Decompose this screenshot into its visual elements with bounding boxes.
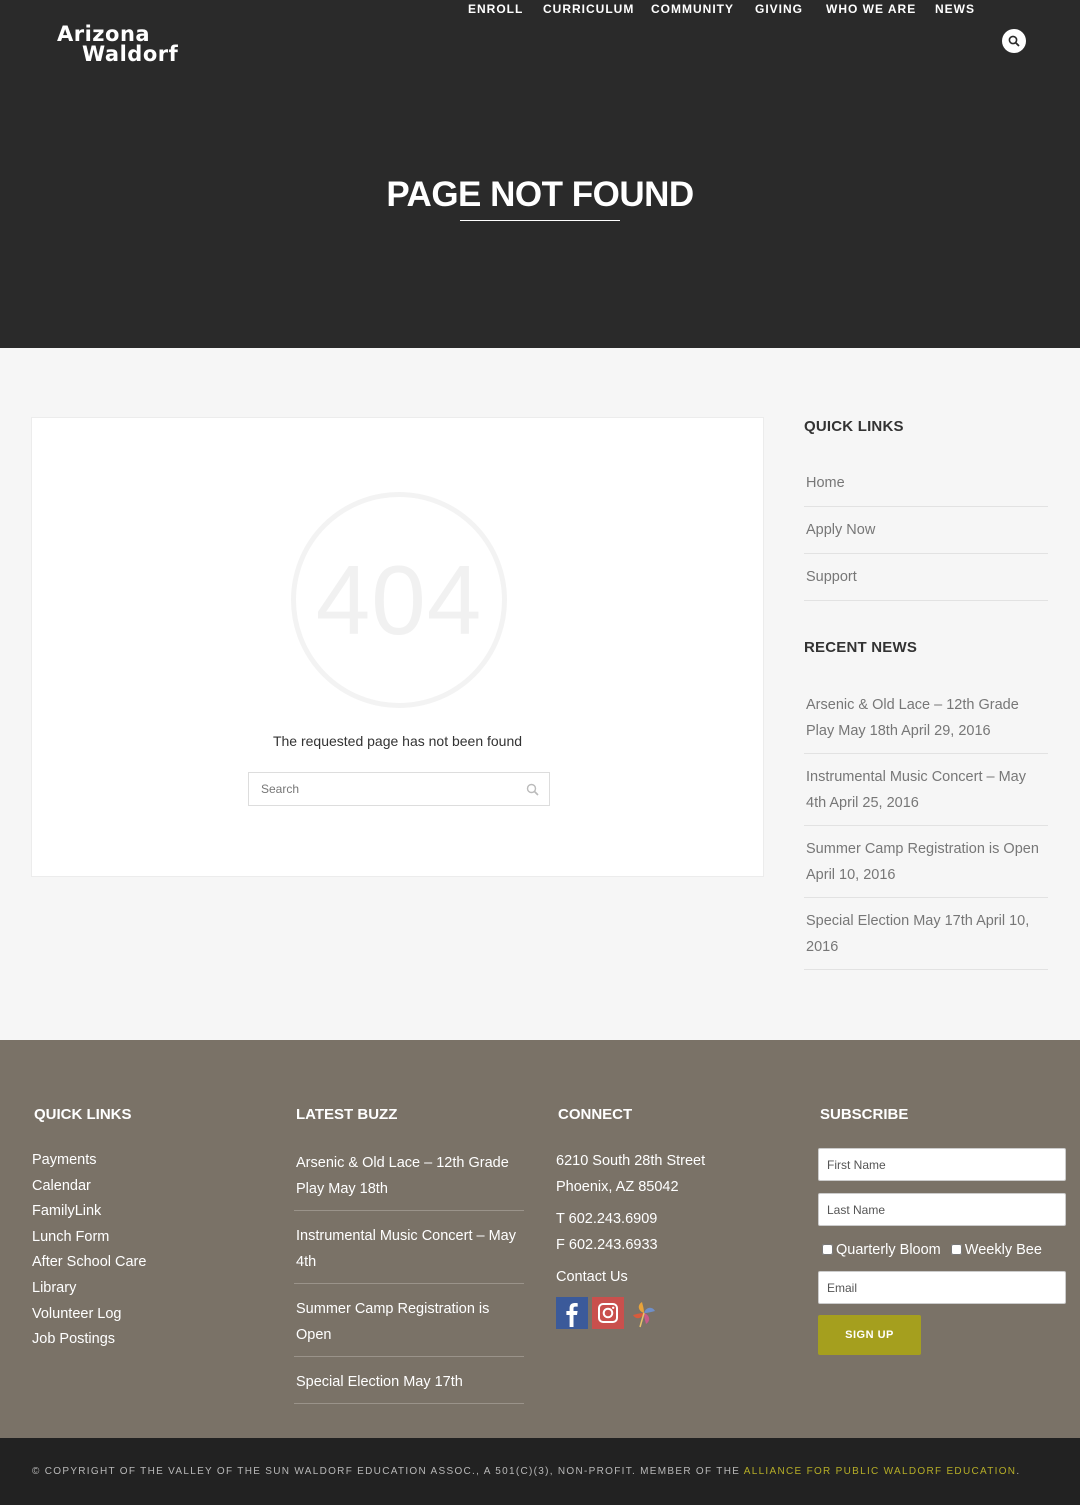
footer-link-lunch-form[interactable]: Lunch Form — [32, 1225, 146, 1251]
nav-community[interactable]: COMMUNITY — [651, 0, 734, 18]
pinwheel-icon[interactable] — [628, 1297, 660, 1329]
nav-news[interactable]: NEWS — [935, 0, 975, 18]
footer-link-payments[interactable]: Payments — [32, 1148, 146, 1174]
address-line-2: Phoenix, AZ 85042 — [556, 1179, 679, 1195]
newsletter-options: Quarterly Bloom Weekly Bee — [822, 1240, 1048, 1260]
address-line-1: 6210 South 28th Street — [556, 1153, 706, 1169]
footer-latest-buzz-heading: LATEST BUZZ — [296, 1106, 398, 1123]
footer-connect: 6210 South 28th Street Phoenix, AZ 85042… — [556, 1148, 705, 1290]
search-icon[interactable] — [526, 783, 539, 796]
footer-link-calendar[interactable]: Calendar — [32, 1174, 146, 1200]
footer-link-familylink[interactable]: FamilyLink — [32, 1199, 146, 1225]
not-found-card: 404 The requested page has not been foun… — [31, 417, 764, 877]
footer-link-volunteer-log[interactable]: Volunteer Log — [32, 1302, 146, 1328]
copyright-period: . — [1016, 1466, 1021, 1477]
footer-quick-links: Payments Calendar FamilyLink Lunch Form … — [32, 1148, 146, 1353]
news-item[interactable]: Summer Camp Registration is Open April 1… — [804, 826, 1048, 898]
first-name-field — [818, 1148, 1066, 1181]
sidebar-recent-news-heading: RECENT NEWS — [804, 639, 918, 656]
news-item[interactable]: Instrumental Music Concert – May 4th Apr… — [804, 754, 1048, 826]
logo-line-2: Waldorf — [82, 42, 179, 66]
footer-connect-heading: CONNECT — [558, 1106, 633, 1123]
contact-us-link[interactable]: Contact Us — [556, 1264, 705, 1290]
site-header: Arizona Waldorf ENROLL CURRICULUM COMMUN… — [0, 0, 1080, 348]
copyright-text: © COPYRIGHT OF THE VALLEY OF THE SUN WAL… — [32, 1465, 1020, 1479]
error-code: 404 — [315, 545, 483, 655]
first-name-input[interactable] — [819, 1149, 1065, 1180]
sidebar-link-home[interactable]: Home — [804, 460, 1048, 507]
phone-number: T 602.243.6909 — [556, 1211, 658, 1227]
copyright-bar: © COPYRIGHT OF THE VALLEY OF THE SUN WAL… — [0, 1438, 1080, 1505]
quarterly-bloom-label: Quarterly Bloom — [836, 1242, 941, 1258]
weekly-bee-checkbox[interactable] — [950, 1244, 962, 1255]
not-found-message: The requested page has not been found — [272, 733, 523, 749]
footer-link-library[interactable]: Library — [32, 1276, 146, 1302]
quarterly-bloom-option[interactable]: Quarterly Bloom — [822, 1242, 941, 1258]
news-item[interactable]: Special Election May 17th April 10, 2016 — [804, 898, 1048, 970]
search-form — [248, 772, 550, 806]
buzz-item[interactable]: Special Election May 17th — [294, 1369, 524, 1404]
footer-link-job-postings[interactable]: Job Postings — [32, 1327, 146, 1353]
buzz-item[interactable]: Instrumental Music Concert – May 4th — [294, 1223, 524, 1284]
sidebar-quick-links-heading: QUICK LINKS — [804, 418, 904, 435]
search-input[interactable] — [249, 773, 519, 805]
weekly-bee-label: Weekly Bee — [964, 1242, 1042, 1258]
sidebar-link-support[interactable]: Support — [804, 554, 1048, 601]
last-name-input[interactable] — [819, 1194, 1065, 1225]
page-title: PAGE NOT FOUND — [386, 175, 694, 214]
footer-link-after-school-care[interactable]: After School Care — [32, 1250, 146, 1276]
email-input[interactable] — [819, 1272, 1065, 1303]
error-404-graphic: 404 — [291, 492, 507, 708]
buzz-item[interactable]: Summer Camp Registration is Open — [294, 1296, 524, 1357]
copyright-statement: © COPYRIGHT OF THE VALLEY OF THE SUN WAL… — [32, 1466, 744, 1477]
email-field — [818, 1271, 1066, 1304]
news-item[interactable]: Arsenic & Old Lace – 12th Grade Play May… — [804, 682, 1048, 754]
alliance-link[interactable]: ALLIANCE FOR PUBLIC WALDORF EDUCATION — [744, 1466, 1017, 1477]
logo[interactable]: Arizona Waldorf — [56, 22, 179, 70]
nav-curriculum[interactable]: CURRICULUM — [543, 0, 634, 18]
facebook-icon[interactable] — [556, 1297, 588, 1329]
last-name-field — [818, 1193, 1066, 1226]
fax-number: F 602.243.6933 — [556, 1237, 658, 1253]
buzz-item[interactable]: Arsenic & Old Lace – 12th Grade Play May… — [294, 1150, 524, 1211]
footer-latest-buzz: Arsenic & Old Lace – 12th Grade Play May… — [294, 1150, 524, 1416]
site-footer: QUICK LINKS LATEST BUZZ CONNECT SUBSCRIB… — [0, 1040, 1080, 1438]
nav-giving[interactable]: GIVING — [755, 0, 803, 18]
search-button[interactable] — [1002, 29, 1026, 53]
sidebar-recent-news: Arsenic & Old Lace – 12th Grade Play May… — [804, 682, 1048, 970]
nav-enroll[interactable]: ENROLL — [468, 0, 523, 18]
title-underline — [460, 220, 620, 221]
quarterly-bloom-checkbox[interactable] — [822, 1244, 833, 1255]
weekly-bee-option[interactable]: Weekly Bee — [950, 1242, 1042, 1258]
footer-subscribe-heading: SUBSCRIBE — [820, 1106, 909, 1123]
search-icon — [1008, 35, 1020, 47]
sidebar-link-apply-now[interactable]: Apply Now — [804, 507, 1048, 554]
sign-up-button[interactable]: SIGN UP — [818, 1315, 921, 1355]
footer-quick-links-heading: QUICK LINKS — [34, 1106, 132, 1123]
instagram-icon[interactable] — [592, 1297, 624, 1329]
nav-who-we-are[interactable]: WHO WE ARE — [826, 0, 916, 18]
sidebar-quick-links: Home Apply Now Support — [804, 460, 1048, 601]
